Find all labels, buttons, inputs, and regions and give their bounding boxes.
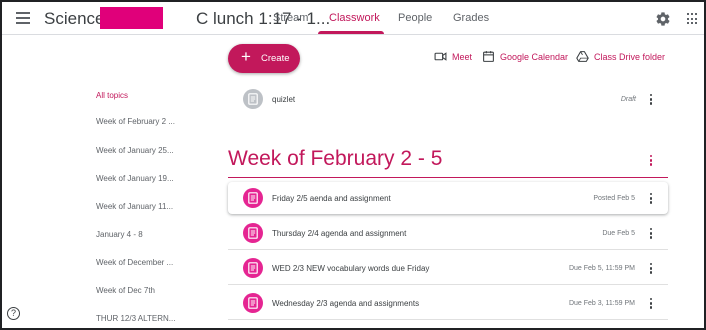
classwork-item-title[interactable]: WED 2/3 NEW vocabulary words due Friday [272, 264, 429, 273]
tab-people[interactable]: People [398, 12, 432, 24]
assignment-icon [243, 89, 263, 109]
create-button-label: Create [261, 53, 290, 64]
menu-icon[interactable] [16, 12, 30, 24]
drive-icon[interactable] [576, 50, 589, 63]
topic-item[interactable]: Week of January 25... [96, 146, 174, 155]
topic-item[interactable]: January 4 - 8 [96, 230, 143, 239]
row-divider [228, 284, 668, 285]
redaction-block [100, 7, 163, 29]
draft-item-status: Draft [620, 96, 636, 103]
active-tab-indicator [318, 31, 384, 34]
plus-icon: + [241, 47, 251, 66]
section-divider [228, 177, 668, 178]
row-divider [228, 249, 668, 250]
more-options-icon[interactable] [649, 94, 653, 106]
topic-item[interactable]: Week of January 11... [96, 202, 173, 211]
top-app-bar: Science P4 C lunch 1:17 - 1... Stream Cla… [2, 2, 704, 35]
draft-item-title[interactable]: quizlet [272, 95, 295, 104]
topic-item[interactable]: Week of January 19... [96, 174, 174, 183]
classwork-item-title[interactable]: Thursday 2/4 agenda and assignment [272, 229, 406, 238]
topic-item[interactable]: THUR 12/3 ALTERN... [96, 314, 175, 323]
more-options-icon[interactable] [649, 263, 653, 275]
section-more-options-icon[interactable] [649, 155, 653, 167]
tab-classwork[interactable]: Classwork [329, 12, 380, 24]
topic-section-title[interactable]: Week of February 2 - 5 [228, 147, 442, 171]
classwork-item-status: Due Feb 5, 11:59 PM [568, 265, 635, 272]
topic-item[interactable]: Week of December ... [96, 258, 173, 267]
tab-grades[interactable]: Grades [453, 12, 489, 24]
row-divider [228, 319, 668, 320]
create-button[interactable]: + Create [228, 44, 300, 73]
topic-item[interactable]: Week of February 2 ... [96, 117, 175, 126]
classwork-item-status: Due Feb 5 [602, 230, 635, 237]
more-options-icon[interactable] [649, 193, 653, 205]
google-calendar-link[interactable]: Google Calendar [500, 52, 568, 62]
assignment-icon [243, 188, 263, 208]
topic-item[interactable]: Week of Dec 7th [96, 286, 155, 295]
more-options-icon[interactable] [649, 298, 653, 310]
assignment-icon [243, 258, 263, 278]
classwork-item-status: Posted Feb 5 [593, 195, 635, 202]
topic-all-topics[interactable]: All topics [96, 91, 128, 100]
classwork-item-status: Due Feb 3, 11:59 PM [568, 300, 635, 307]
class-drive-folder-link[interactable]: Class Drive folder [594, 52, 665, 62]
classwork-item-title[interactable]: Friday 2/5 aenda and assignment [272, 194, 391, 203]
assignment-icon [243, 223, 263, 243]
classwork-item-title[interactable]: Wednesday 2/3 agenda and assignments [272, 299, 419, 308]
calendar-icon[interactable] [482, 50, 495, 63]
tab-stream[interactable]: Stream [273, 12, 308, 24]
class-title-suffix: C lunch 1:17 - 1... [196, 9, 331, 28]
meet-video-icon[interactable] [434, 50, 447, 63]
apps-grid-icon[interactable] [687, 13, 699, 25]
meet-link[interactable]: Meet [452, 52, 472, 62]
assignment-icon [243, 293, 263, 313]
gear-icon[interactable] [655, 11, 671, 27]
help-icon[interactable]: ? [7, 307, 20, 320]
more-options-icon[interactable] [649, 228, 653, 240]
